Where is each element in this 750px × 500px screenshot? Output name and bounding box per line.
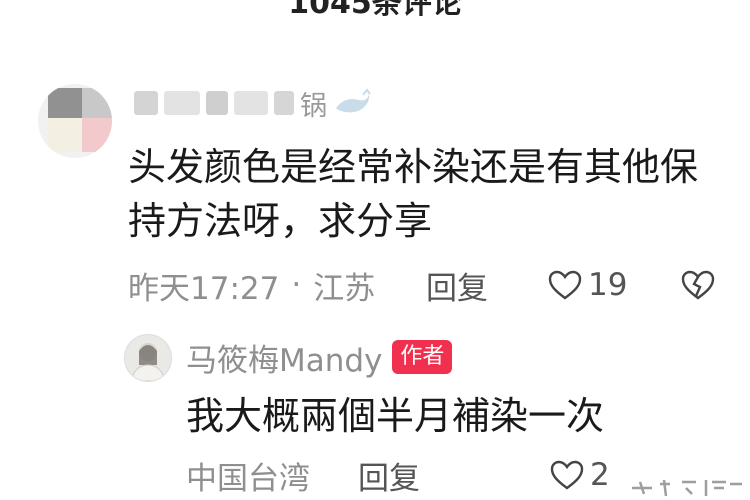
comment-meta: 昨天17:27 · 江苏 回复 19 — [128, 260, 715, 310]
dislike-button[interactable] — [681, 270, 715, 300]
watermark-logo — [626, 476, 746, 500]
reply-button[interactable]: 回复 — [426, 263, 488, 308]
author-avatar-image — [130, 343, 166, 381]
author-name[interactable]: 马筱梅Mandy — [186, 335, 382, 380]
like-count: 19 — [588, 267, 628, 303]
heart-outline-icon — [548, 270, 582, 300]
comment-count-title: 1045条评论 — [288, 0, 462, 21]
blurred-name-part — [274, 91, 294, 115]
comment-time: 昨天17:27 — [128, 270, 280, 307]
blurred-name-part — [234, 91, 268, 115]
username-text: 锅 — [300, 90, 327, 122]
comment-username[interactable]: 锅 — [134, 84, 373, 122]
like-button[interactable]: 2 — [550, 457, 610, 493]
like-count: 2 — [590, 457, 610, 493]
reply-username-row: 马筱梅Mandy 作者 — [186, 334, 453, 380]
blurred-name-part — [164, 91, 200, 115]
comment-body: 头发颜色是经常补染还是有其他保持方法呀，求分享 — [128, 145, 699, 243]
blurred-name-part — [134, 91, 158, 115]
blurred-name-part — [206, 91, 228, 115]
like-button[interactable]: 19 — [548, 267, 627, 303]
whale-icon — [336, 88, 371, 113]
reply-button[interactable]: 回复 — [358, 453, 420, 498]
author-badge: 作者 — [392, 340, 453, 374]
comment-location: 江苏 — [313, 270, 376, 307]
avatar[interactable] — [38, 84, 112, 158]
broken-heart-icon — [681, 270, 715, 300]
reply-location: 中国台湾 — [186, 460, 310, 497]
meta-separator: · — [291, 267, 302, 303]
reply-body: 我大概兩個半月補染一次 — [186, 394, 605, 438]
author-avatar[interactable] — [124, 334, 172, 382]
heart-outline-icon — [550, 460, 584, 490]
